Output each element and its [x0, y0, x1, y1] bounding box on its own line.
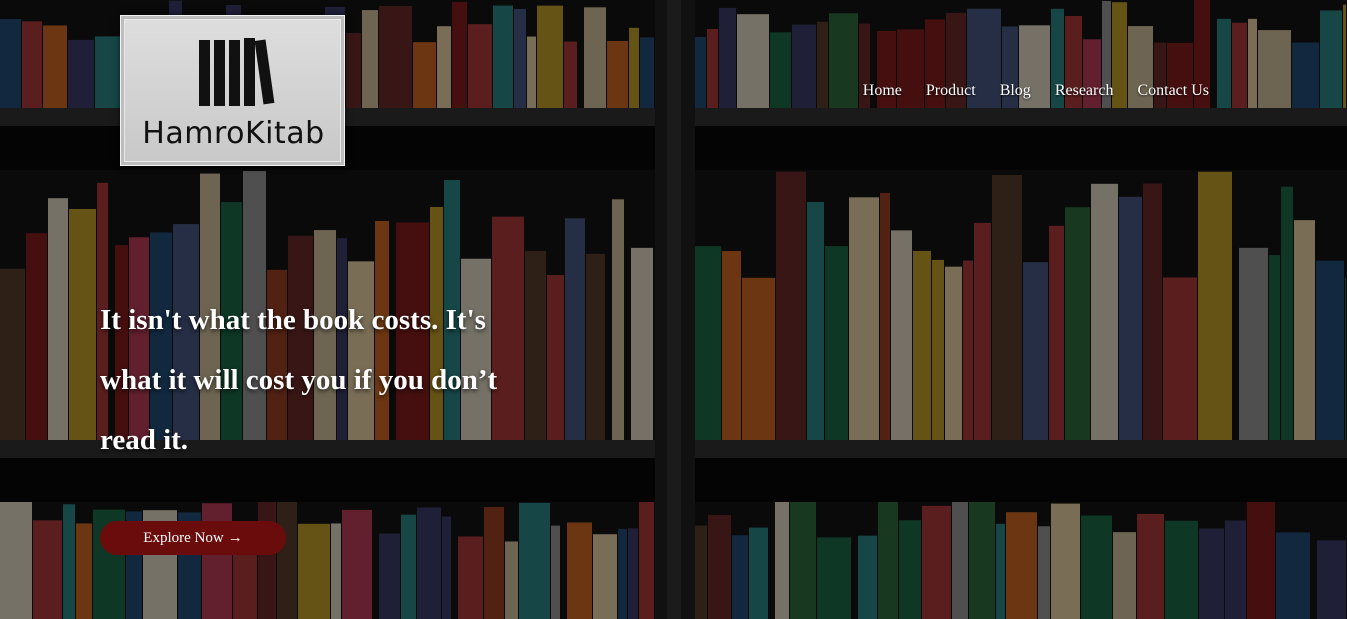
- brand-name: HamroKitab: [142, 116, 325, 151]
- bookshelf-icon: [199, 38, 275, 106]
- nav-contact-us[interactable]: Contact Us: [1137, 82, 1209, 100]
- nav-blog[interactable]: Blog: [1000, 82, 1031, 100]
- explore-now-button[interactable]: Explore Now →: [100, 521, 286, 555]
- nav-research[interactable]: Research: [1055, 82, 1114, 100]
- hero-quote: It isn't what the book costs. It's what …: [100, 304, 498, 456]
- arrow-right-icon: →: [227, 529, 243, 546]
- nav-home[interactable]: Home: [863, 82, 902, 100]
- nav-product[interactable]: Product: [926, 82, 976, 100]
- main-nav: Home Product Blog Research Contact Us: [863, 82, 1209, 100]
- explore-now-label: Explore Now: [143, 529, 224, 546]
- brand-logo[interactable]: HamroKitab: [120, 15, 345, 166]
